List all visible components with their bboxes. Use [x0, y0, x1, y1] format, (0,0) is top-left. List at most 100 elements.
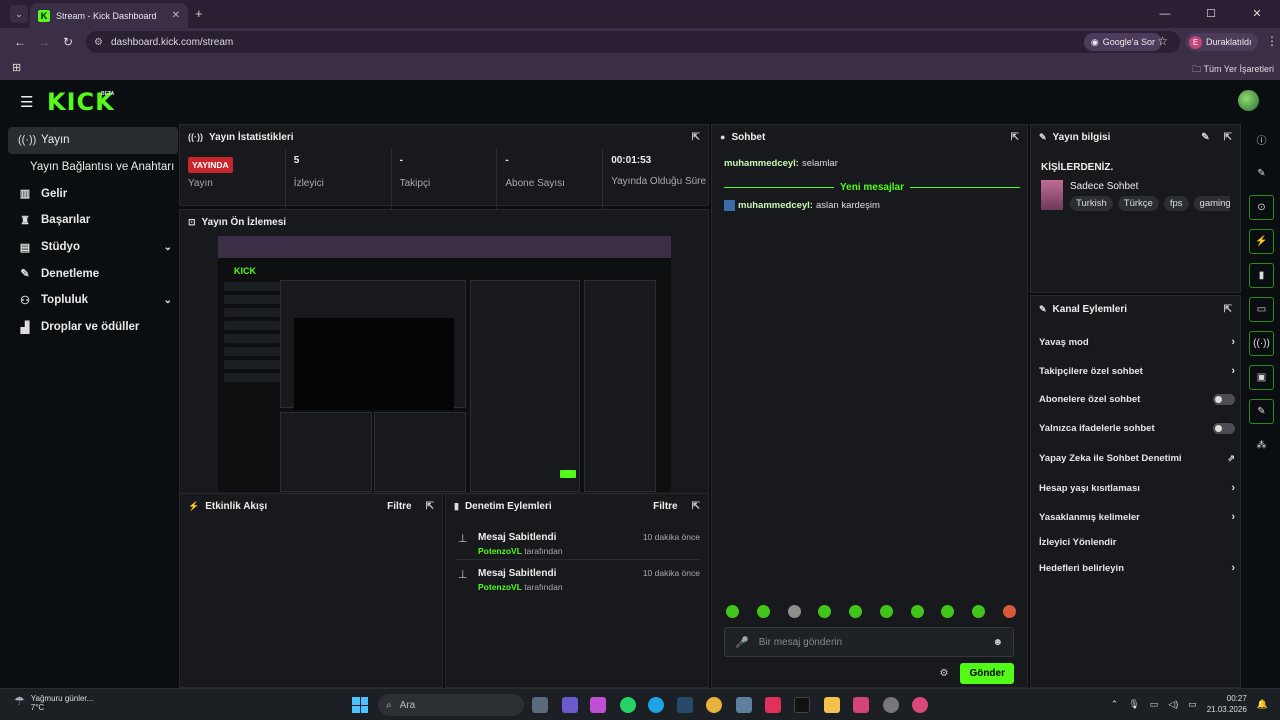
subscribers-only-toggle[interactable] [1213, 394, 1235, 405]
emote-icon[interactable] [910, 605, 924, 618]
teams-icon[interactable] [562, 697, 578, 713]
moderation-user[interactable]: PotenzoVL [478, 582, 522, 592]
copilot-icon[interactable] [590, 697, 606, 713]
user-avatar[interactable] [1238, 90, 1259, 111]
photos-icon[interactable] [736, 697, 752, 713]
tiktok-icon[interactable] [794, 697, 810, 713]
wrench-icon[interactable]: ✎ [1249, 399, 1274, 424]
sidebar-item-drops[interactable]: ▟ Droplar ve ödüller [8, 314, 178, 341]
emote-only-toggle[interactable] [1213, 423, 1235, 434]
profile-button[interactable]: E Duraklatıldı [1186, 33, 1258, 51]
emote-icon[interactable] [972, 605, 986, 618]
action-raid[interactable]: İzleyici Yönlendir [1039, 537, 1235, 548]
maximize-icon[interactable]: ☐ [1188, 0, 1234, 28]
clock[interactable]: 00:27 21.03.2026 [1207, 693, 1247, 715]
sidebar-item-moderation[interactable]: ✎ Denetleme [8, 260, 178, 287]
whatsapp-icon[interactable] [620, 697, 636, 713]
google-ask-button[interactable]: ◉ Google'a Sor [1083, 33, 1162, 51]
chrome-icon[interactable] [706, 697, 722, 713]
tab-search-icon[interactable]: ⌄ [10, 5, 28, 23]
new-tab-icon[interactable]: + [195, 6, 203, 21]
action-account-age[interactable]: Hesap yaşı kısıtlaması › [1039, 482, 1235, 494]
popout-icon[interactable]: ⇱ [692, 501, 700, 512]
steam-icon[interactable] [677, 697, 693, 713]
action-followers-only[interactable]: Takipçilere özel sohbet › [1039, 365, 1235, 377]
sidebar-item-studio[interactable]: ▤ Stüdyo ⌄ [8, 234, 178, 261]
action-set-goals[interactable]: Hedefleri belirleyin › [1039, 562, 1235, 574]
sidebar-item-achievements[interactable]: ♜ Başarılar [8, 207, 178, 234]
bolt-icon[interactable]: ⚡ [1249, 229, 1274, 254]
emote-icon[interactable] [879, 605, 893, 618]
back-icon[interactable]: ← [8, 35, 32, 49]
browser-menu-icon[interactable]: ⋮ [1266, 34, 1278, 48]
menu-icon[interactable]: ☰ [20, 93, 33, 111]
chat-username[interactable]: muhammedceyl: [724, 158, 799, 169]
popout-icon[interactable]: ⇱ [426, 501, 434, 512]
capcut-icon[interactable] [765, 697, 781, 713]
obs-icon[interactable] [883, 697, 899, 713]
close-window-icon[interactable]: ✕ [1234, 0, 1280, 28]
instagram-icon[interactable] [853, 697, 869, 713]
video-icon[interactable]: ▣ [1249, 365, 1274, 390]
notifications-icon[interactable]: 🔔 [1257, 699, 1268, 710]
action-ai-moderation[interactable]: Yapay Zeka ile Sohbet Denetimi ⇗ [1039, 453, 1235, 464]
bookmark-star-icon[interactable]: ☆ [1157, 34, 1168, 48]
filter-button[interactable]: Filtre [387, 501, 411, 512]
windows-start-icon[interactable] [352, 697, 368, 713]
microphone-icon[interactable]: 🎙 [1128, 699, 1139, 710]
popout-icon[interactable]: ⇱ [1224, 132, 1232, 143]
sidebar-item-community[interactable]: ⚇ Topluluk ⌄ [8, 287, 178, 314]
forward-icon[interactable]: → [32, 35, 56, 49]
reload-icon[interactable]: ↻ [56, 35, 80, 49]
action-banned-words[interactable]: Yasaklanmış kelimeler › [1039, 511, 1235, 523]
send-button[interactable]: Gönder [960, 663, 1014, 684]
filter-button[interactable]: Filtre [653, 501, 677, 512]
sidebar-item-revenue[interactable]: ▥ Gelir [8, 180, 178, 207]
stream-category[interactable]: Sadece Sohbet [1070, 181, 1138, 192]
info-icon[interactable]: ⓘ [1249, 127, 1274, 152]
shield-icon[interactable]: ▮ [1249, 263, 1274, 288]
url-bar[interactable]: ⚙ dashboard.kick.com/stream [86, 31, 1180, 53]
task-view-icon[interactable] [532, 697, 548, 713]
popout-icon[interactable]: ⇱ [1224, 304, 1232, 315]
all-bookmarks-button[interactable]: 🗀 Tüm Yer İşaretleri [1192, 62, 1274, 78]
emote-icon[interactable] [726, 605, 739, 618]
apps-grid-icon[interactable]: ⊞ [12, 61, 21, 74]
emote-icon[interactable] [787, 605, 801, 618]
focus-icon[interactable]: ⊙ [1249, 195, 1274, 220]
chat-input[interactable]: 🎤 Bir mesaj gönderin ☻ [724, 627, 1014, 657]
emoji-icon[interactable]: ☻ [992, 637, 1003, 648]
site-info-icon[interactable]: ⚙ [94, 37, 103, 48]
edit-icon[interactable]: ✎ [1201, 132, 1209, 143]
emote-icon[interactable] [818, 605, 832, 618]
stream-preview-video[interactable]: KICK [218, 236, 671, 492]
close-tab-icon[interactable]: ✕ [172, 10, 180, 21]
weather-widget[interactable]: ☂ Yağmuru günler... 7°C [14, 694, 93, 712]
edge-icon[interactable] [648, 697, 664, 713]
browser-tab[interactable]: K Stream - Kick Dashboard ✕ [30, 3, 188, 28]
emote-icon[interactable] [756, 605, 770, 618]
taskbar-search[interactable]: ⌕ Ara [378, 694, 524, 716]
chrome-profile-icon[interactable] [912, 697, 928, 713]
network-icon[interactable]: ▭ [1150, 699, 1159, 710]
moderation-user[interactable]: PotenzoVL [478, 546, 522, 556]
sidebar-item-stream-key[interactable]: Yayın Bağlantısı ve Anahtarı [8, 154, 178, 181]
chat-username[interactable]: muhammedceyl: [738, 200, 813, 211]
edit-icon[interactable]: ✎ [1249, 161, 1274, 186]
chat-bubble-icon[interactable]: ▭ [1249, 297, 1274, 322]
minimize-icon[interactable]: — [1142, 0, 1188, 28]
volume-icon[interactable]: ◁) [1168, 699, 1178, 710]
chat-settings-icon[interactable]: ⚙ [939, 668, 948, 679]
action-slow-mode[interactable]: Yavaş mod › [1039, 336, 1235, 348]
sidebar-item-stream[interactable]: ((·)) Yayın [8, 127, 178, 154]
community-icon[interactable]: ⁂ [1249, 433, 1274, 458]
emote-icon[interactable] [1002, 605, 1016, 618]
chevron-up-icon[interactable]: ⌃ [1111, 699, 1119, 710]
emote-icon[interactable] [849, 605, 863, 618]
file-explorer-icon[interactable] [824, 697, 840, 713]
popout-icon[interactable]: ⇱ [692, 132, 700, 143]
popout-icon[interactable]: ⇱ [1011, 132, 1019, 143]
microphone-icon[interactable]: 🎤 [735, 636, 749, 649]
emote-icon[interactable] [941, 605, 955, 618]
broadcast-icon[interactable]: ((·)) [1249, 331, 1274, 356]
